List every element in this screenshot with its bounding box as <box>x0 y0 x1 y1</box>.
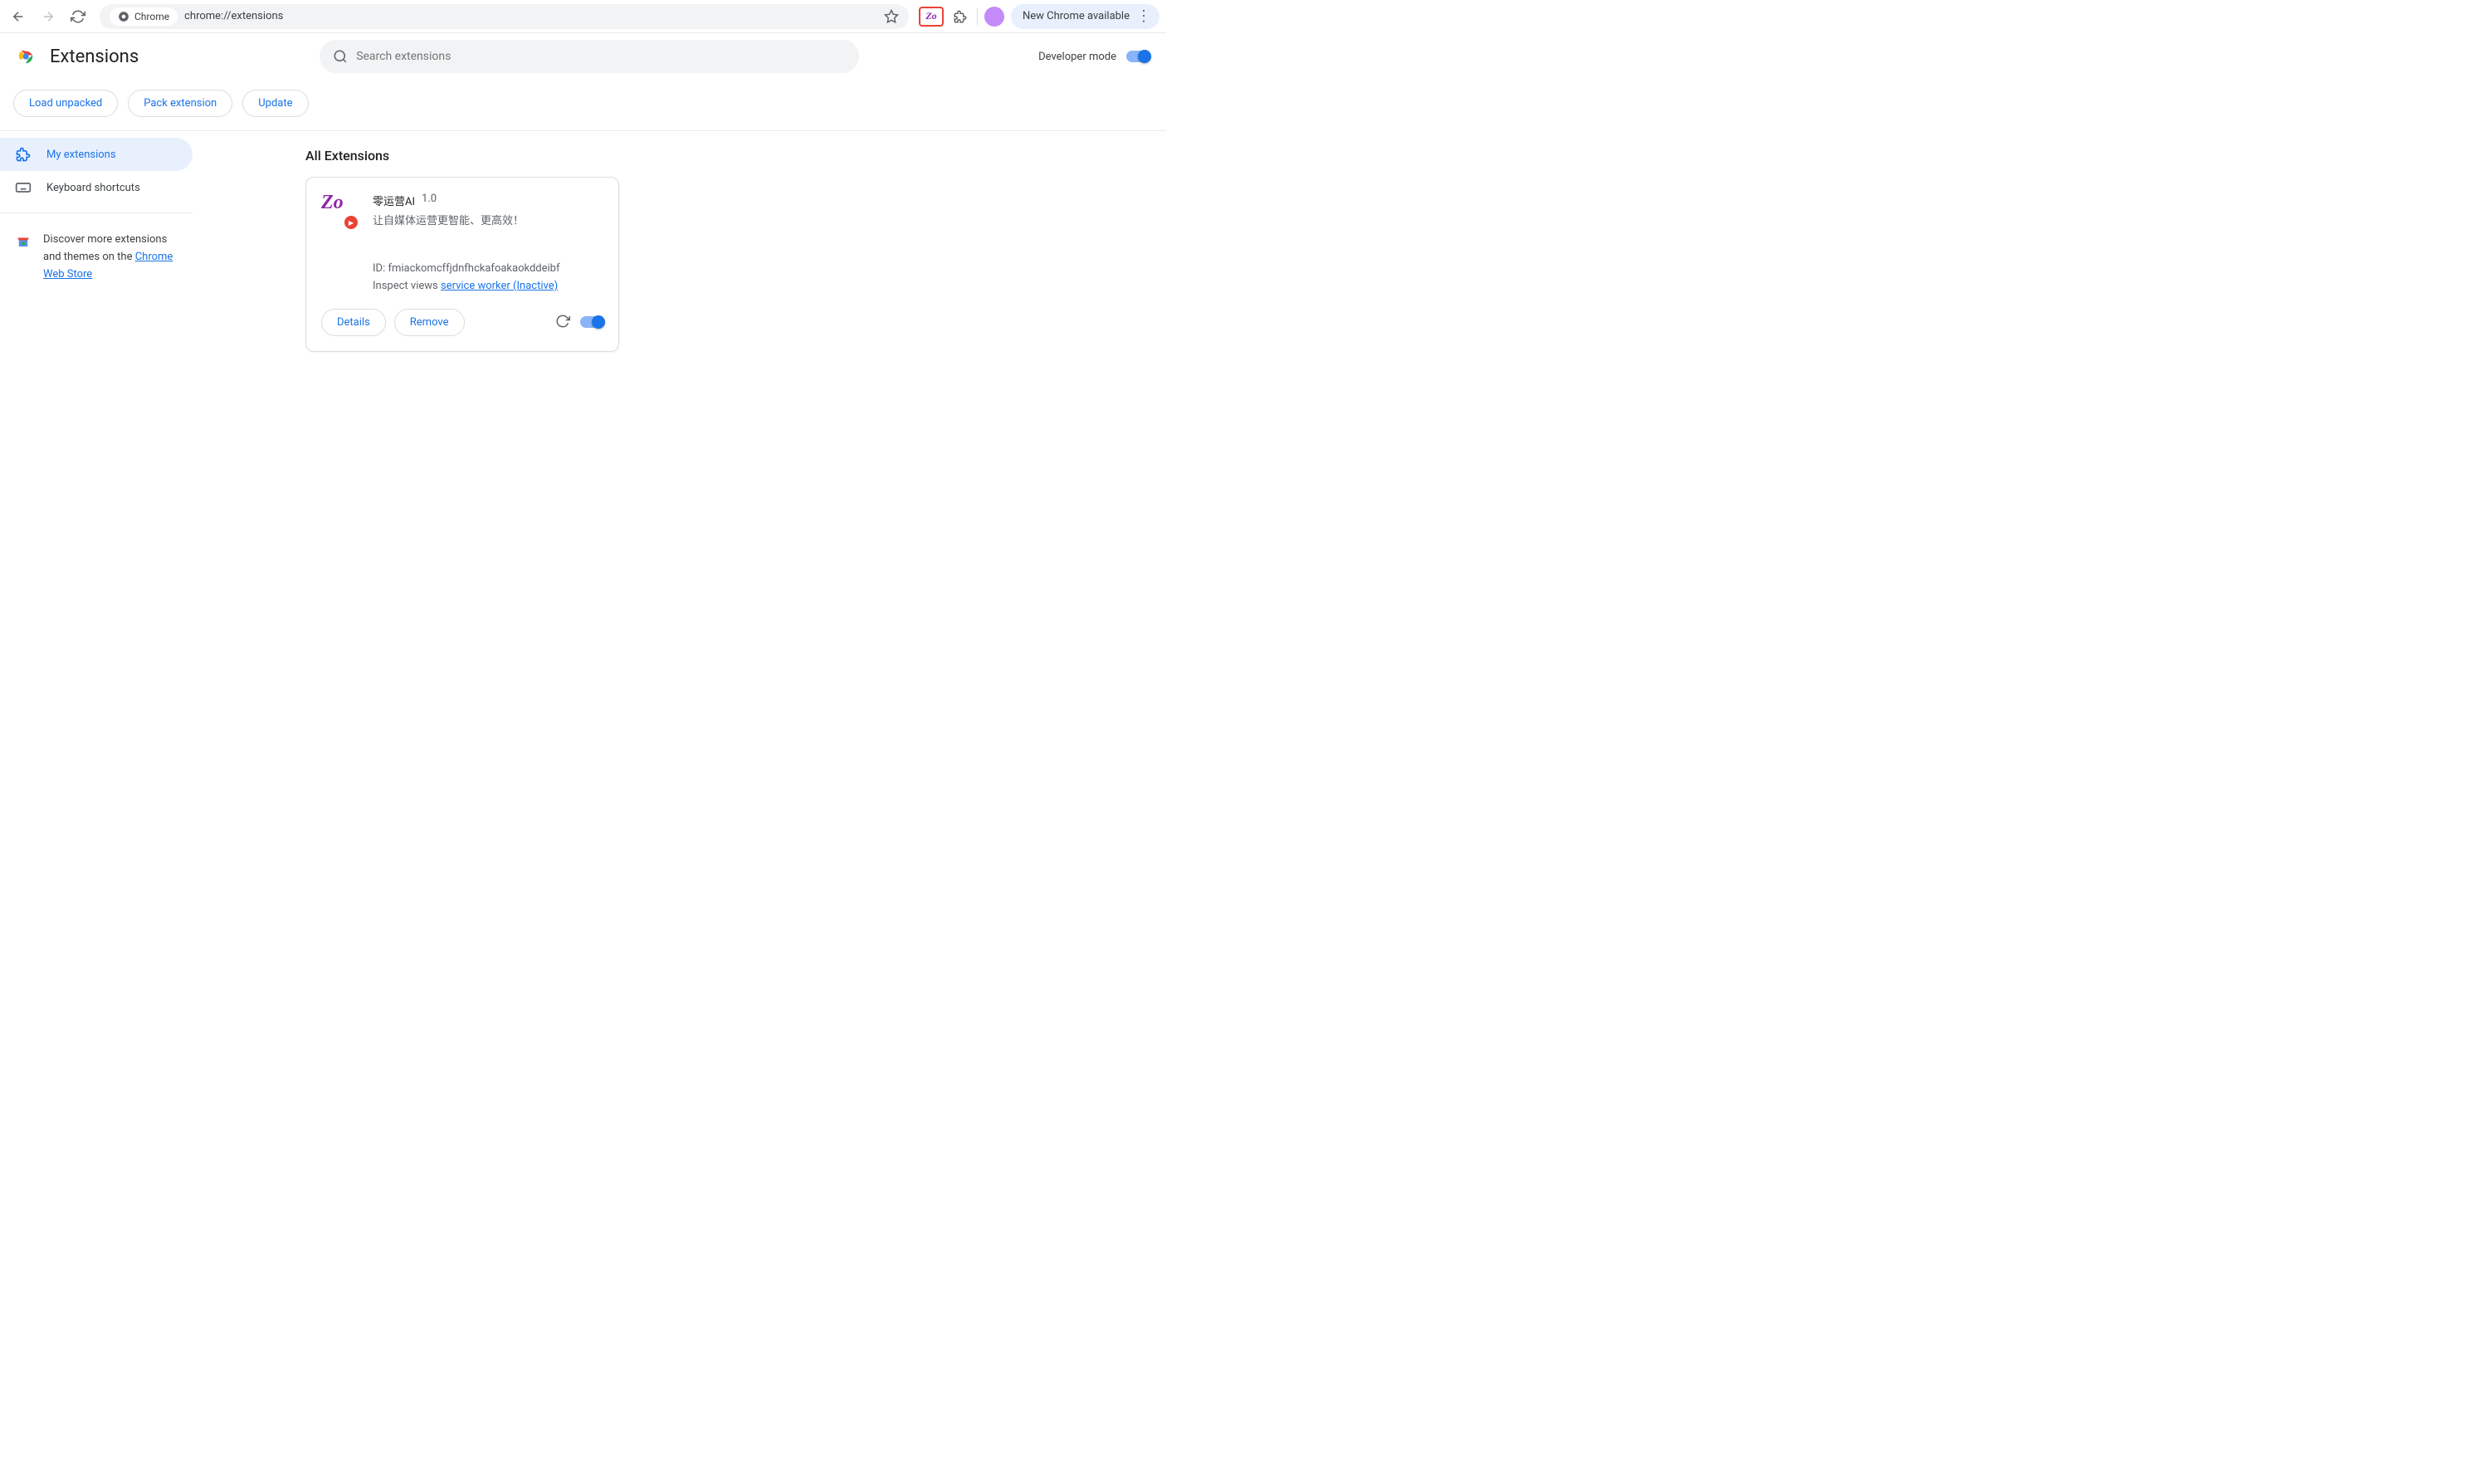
dev-mode-label: Developer mode <box>1038 51 1116 63</box>
extension-info: 零运营AI 1.0 让自媒体运营更智能、更高效！ ID: fmiackomcff… <box>373 193 603 295</box>
reload-icon <box>555 314 570 329</box>
reload-icon <box>71 9 85 24</box>
extension-card-header: Zo ▶ 零运营AI 1.0 让自媒体运营更智能、更高效！ ID: fmiack… <box>321 193 603 295</box>
id-label: ID: <box>373 262 388 275</box>
webstore-icon <box>15 234 32 249</box>
bookmark-button[interactable] <box>884 9 899 24</box>
profile-avatar[interactable] <box>984 7 1004 27</box>
divider <box>977 8 978 25</box>
puzzle-icon <box>15 146 32 163</box>
dev-toolbar: Load unpacked Pack extension Update <box>0 80 1166 131</box>
extension-card-footer: Details Remove <box>321 309 603 336</box>
search-box[interactable] <box>320 40 859 73</box>
toolbar-right: Zo New Chrome available ⋮ <box>919 4 1159 29</box>
load-unpacked-button[interactable]: Load unpacked <box>13 90 118 117</box>
site-info-chip[interactable]: Chrome <box>110 7 178 26</box>
browser-toolbar: Chrome chrome://extensions Zo New Chrome… <box>0 0 1166 33</box>
keyboard-icon <box>15 179 32 196</box>
chrome-icon <box>118 11 129 22</box>
extension-enable-toggle[interactable] <box>580 316 603 328</box>
page-title: Extensions <box>50 46 139 67</box>
star-icon <box>884 9 899 24</box>
sidebar-item-label: Keyboard shortcuts <box>46 182 140 194</box>
details-button[interactable]: Details <box>321 309 386 336</box>
discover-text-wrap: Discover more extensions and themes on t… <box>43 232 178 283</box>
address-bar[interactable]: Chrome chrome://extensions <box>100 4 909 29</box>
extensions-menu-button[interactable] <box>950 7 970 27</box>
extension-meta: ID: fmiackomcffjdnfhckafoakaokddeibf Ins… <box>373 261 603 295</box>
sidebar-item-label: My extensions <box>46 149 116 161</box>
sidebar-divider <box>0 212 193 213</box>
chrome-logo-icon <box>17 47 35 66</box>
search-input[interactable] <box>356 50 846 63</box>
pack-extension-button[interactable]: Pack extension <box>128 90 232 117</box>
toggle-knob <box>592 315 605 329</box>
extension-inspect-row: Inspect views service worker (Inactive) <box>373 278 603 295</box>
sidebar: My extensions Keyboard shortcuts Discove… <box>0 131 199 704</box>
arrow-right-icon <box>41 9 56 24</box>
remove-button[interactable]: Remove <box>394 309 465 336</box>
sidebar-item-keyboard-shortcuts[interactable]: Keyboard shortcuts <box>0 171 193 204</box>
discover-section: Discover more extensions and themes on t… <box>0 222 193 293</box>
extension-name-row: 零运营AI 1.0 <box>373 193 603 208</box>
section-title: All Extensions <box>305 148 1166 164</box>
site-label: Chrome <box>134 11 169 22</box>
extension-id: fmiackomcffjdnfhckafoakaokddeibf <box>388 262 559 275</box>
puzzle-icon <box>953 9 968 24</box>
toggle-knob <box>1138 50 1151 63</box>
arrow-left-icon <box>11 9 26 24</box>
main-layout: My extensions Keyboard shortcuts Discove… <box>0 131 1166 704</box>
extension-icon-main: Zo <box>321 193 356 212</box>
extension-id-row: ID: fmiackomcffjdnfhckafoakaokddeibf <box>373 261 603 278</box>
page-header: Extensions Developer mode <box>0 33 1166 80</box>
menu-icon: ⋮ <box>1136 9 1151 24</box>
pinned-extension-icon[interactable]: Zo <box>919 7 944 27</box>
developer-mode-control: Developer mode <box>1038 51 1150 63</box>
extension-name: 零运营AI <box>373 193 415 208</box>
url-text: chrome://extensions <box>184 10 877 22</box>
update-label: New Chrome available <box>1023 10 1130 22</box>
back-button[interactable] <box>7 5 30 28</box>
update-notification[interactable]: New Chrome available ⋮ <box>1011 4 1159 29</box>
reload-extension-button[interactable] <box>555 314 572 330</box>
service-worker-link[interactable]: service worker (Inactive) <box>441 280 558 292</box>
extension-icon-badge: ▶ <box>344 216 358 229</box>
reload-button[interactable] <box>66 5 90 28</box>
extension-card: Zo ▶ 零运营AI 1.0 让自媒体运营更智能、更高效！ ID: fmiack… <box>305 177 619 352</box>
search-icon <box>333 49 348 64</box>
extension-description: 让自媒体运营更智能、更高效！ <box>373 212 603 227</box>
content-area: All Extensions Zo ▶ 零运营AI 1.0 让自媒体运营更智能、… <box>199 131 1166 704</box>
forward-button[interactable] <box>37 5 60 28</box>
inspect-label: Inspect views <box>373 280 441 292</box>
extension-icon: Zo ▶ <box>321 193 356 227</box>
update-button[interactable]: Update <box>242 90 308 117</box>
sidebar-item-my-extensions[interactable]: My extensions <box>0 138 193 171</box>
dev-mode-toggle[interactable] <box>1126 51 1150 62</box>
extension-version: 1.0 <box>422 193 437 208</box>
